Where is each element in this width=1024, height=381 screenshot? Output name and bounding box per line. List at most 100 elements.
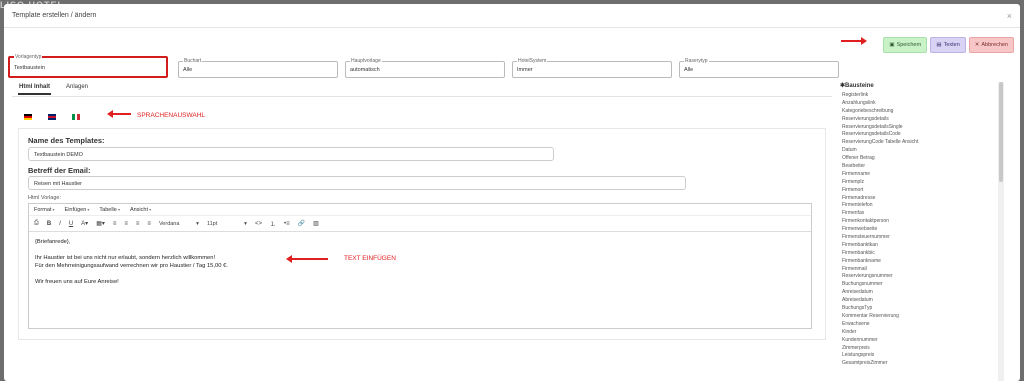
language-annotation: SPRACHENAUSWAHL <box>137 112 206 119</box>
align-left-icon[interactable]: ≡ <box>113 221 117 227</box>
align-center-icon[interactable]: ≡ <box>124 221 128 227</box>
sidebar-item[interactable]: Erwachsene <box>842 321 998 329</box>
sidebar-item[interactable]: Firmensteuernummer <box>842 234 998 242</box>
hotel-system-label: HotelSystem <box>517 58 548 64</box>
sidebar-item[interactable]: Offener Betrag <box>842 155 998 163</box>
bold-icon[interactable]: B <box>47 221 51 227</box>
sidebar-item[interactable]: Firmenbanktkan <box>842 242 998 250</box>
bullet-list-icon[interactable]: •≡ <box>284 221 290 227</box>
print-icon[interactable]: ⎙ <box>34 220 39 227</box>
editor-line: Für den Mehrreinigungsaufwand verrechnen… <box>35 263 228 269</box>
sidebar-item[interactable]: Zimmerpreis <box>842 345 998 353</box>
editor-line: Ihr Haustier ist bei uns nicht nur erlau… <box>35 255 216 261</box>
html-template-label: Html Vorlage: <box>28 195 62 201</box>
italic-icon[interactable]: I <box>59 221 61 227</box>
action-buttons: ▣ Speichern ▤ Texten ✕ Abbrechen <box>883 37 1014 53</box>
sidebar-item[interactable]: Bearbeiter <box>842 163 998 171</box>
content-tabs: Html Inhalt Anlagen <box>18 84 89 95</box>
close-icon[interactable]: × <box>1007 11 1012 21</box>
menu-insert[interactable]: Einfügen <box>65 207 90 213</box>
editor-line <box>35 270 805 278</box>
sidebar-item[interactable]: Firmenwebseite <box>842 226 998 234</box>
background-color-icon[interactable]: ▦▾ <box>96 220 105 227</box>
hotel-system-value: Immer <box>517 67 533 73</box>
text-color-icon[interactable]: A▾ <box>81 220 88 227</box>
arrow-to-text <box>286 255 328 263</box>
sidebar-item[interactable]: Leistungspreis <box>842 352 998 360</box>
menu-view[interactable]: Ansicht <box>130 207 151 213</box>
editor-line <box>35 246 805 254</box>
sidebar-item[interactable]: Firmenplz <box>842 179 998 187</box>
menu-format[interactable]: Format <box>34 207 55 213</box>
font-family-select[interactable]: Verdana ▾ <box>159 221 199 227</box>
sidebar-item[interactable]: Buchungsnummer <box>842 281 998 289</box>
sidebar-item[interactable]: Kommentar Reservierung <box>842 313 998 321</box>
template-type-value: Textbaustein <box>14 65 45 71</box>
underline-icon[interactable]: U <box>69 221 73 227</box>
building-blocks-title: ✱Bausteine <box>840 82 998 89</box>
sidebar-item[interactable]: Firmenfax <box>842 210 998 218</box>
sidebar-item[interactable]: ReservierungsdetailsCode <box>842 131 998 139</box>
main-template-label: Hauptvorlage <box>350 58 382 64</box>
uk-flag-icon[interactable] <box>48 114 56 120</box>
font-family-value: Verdana <box>158 220 180 227</box>
sidebar-item[interactable]: Kinder <box>842 329 998 337</box>
align-right-icon[interactable]: ≡ <box>136 221 140 227</box>
cancel-label: Abbrechen <box>981 42 1008 48</box>
save-button[interactable]: ▣ Speichern <box>883 37 928 53</box>
html-editor: Format Einfügen Tabelle Ansicht ⎙ B I U … <box>28 203 812 329</box>
template-type-field[interactable]: Vorlagentyp Textbaustein <box>8 54 168 78</box>
sidebar-item[interactable]: Firmenname <box>842 171 998 179</box>
texts-button[interactable]: ▤ Texten <box>930 37 966 53</box>
language-selector <box>24 114 81 120</box>
sidebar-item[interactable]: Anreisedatum <box>842 289 998 297</box>
template-name-input[interactable]: Textbaustein DEMO <box>28 147 554 161</box>
numbered-list-icon[interactable]: ⒈ <box>270 219 276 228</box>
german-flag-icon[interactable] <box>24 114 32 120</box>
sidebar-item[interactable]: Anzahlungslink <box>842 100 998 108</box>
editor-content[interactable]: {Briefanrede}, Ihr Haustier ist bei uns … <box>29 232 811 292</box>
sidebar-item[interactable]: Abreisedatum <box>842 297 998 305</box>
building-blocks-list: Registerlink Anzahlungslink Kategoriebesch… <box>838 92 998 368</box>
booking-type-value: Alle <box>183 67 193 73</box>
email-subject-heading: Betreff der Email: <box>28 166 91 175</box>
sidebar-item[interactable]: Firmenadresse <box>842 195 998 203</box>
sidebar-item[interactable]: Firmenort <box>842 187 998 195</box>
sidebar-item[interactable]: Firmenbankbic <box>842 250 998 258</box>
reservation-type-value: Alle <box>684 67 694 73</box>
link-icon[interactable]: 🔗 <box>298 220 305 227</box>
sidebar-item[interactable]: Firmenbankname <box>842 258 998 266</box>
x-icon: ✕ <box>974 42 980 48</box>
email-subject-input[interactable]: Reisen mit Haustier <box>28 176 686 190</box>
arrow-to-save <box>841 37 867 45</box>
sidebar-item[interactable]: BuchungsTyp <box>842 305 998 313</box>
main-template-field[interactable]: Hauptvorlage automatisch <box>345 58 505 78</box>
tab-html-content[interactable]: Html Inhalt <box>18 84 51 95</box>
sidebar-item[interactable]: Reservierungsdetails <box>842 116 998 124</box>
code-icon[interactable]: <> <box>255 221 262 227</box>
reservation-type-field[interactable]: Raserytyp Alle <box>679 58 839 78</box>
scrollbar-thumb[interactable] <box>999 82 1003 182</box>
image-icon[interactable]: ▨ <box>313 220 319 227</box>
sidebar-scrollbar[interactable] <box>998 82 1004 381</box>
hotel-system-field[interactable]: HotelSystem Immer <box>512 58 672 78</box>
sidebar-item[interactable]: GesamtpreisZimmer <box>842 360 998 368</box>
sidebar-item[interactable]: Firmenkontaktperson <box>842 218 998 226</box>
sidebar-item[interactable]: Reservierungsnummer <box>842 273 998 281</box>
cancel-button[interactable]: ✕ Abbrechen <box>968 37 1014 53</box>
sidebar-item[interactable]: Kundennummer <box>842 337 998 345</box>
font-size-select[interactable]: 11pt ▾ <box>207 221 247 227</box>
sidebar-item[interactable]: Firmentelefon <box>842 202 998 210</box>
sidebar-item[interactable]: Kategoriebeschreibung <box>842 108 998 116</box>
sidebar-item[interactable]: Firmenmail <box>842 266 998 274</box>
sidebar-item[interactable]: ReservierungsdetailsSingle <box>842 124 998 132</box>
menu-table[interactable]: Tabelle <box>99 207 120 213</box>
tab-attachments[interactable]: Anlagen <box>65 84 89 95</box>
booking-type-field[interactable]: Buchart Alle <box>178 58 338 78</box>
sidebar-item[interactable]: Datum <box>842 147 998 155</box>
italy-flag-icon[interactable] <box>72 114 81 120</box>
align-justify-icon[interactable]: ≡ <box>147 221 151 227</box>
sidebar-item[interactable]: Registerlink <box>842 92 998 100</box>
sidebar-item[interactable]: ReservierungCode Tabelle Ansicht <box>842 139 998 147</box>
editor-menubar: Format Einfügen Tabelle Ansicht <box>29 204 811 216</box>
